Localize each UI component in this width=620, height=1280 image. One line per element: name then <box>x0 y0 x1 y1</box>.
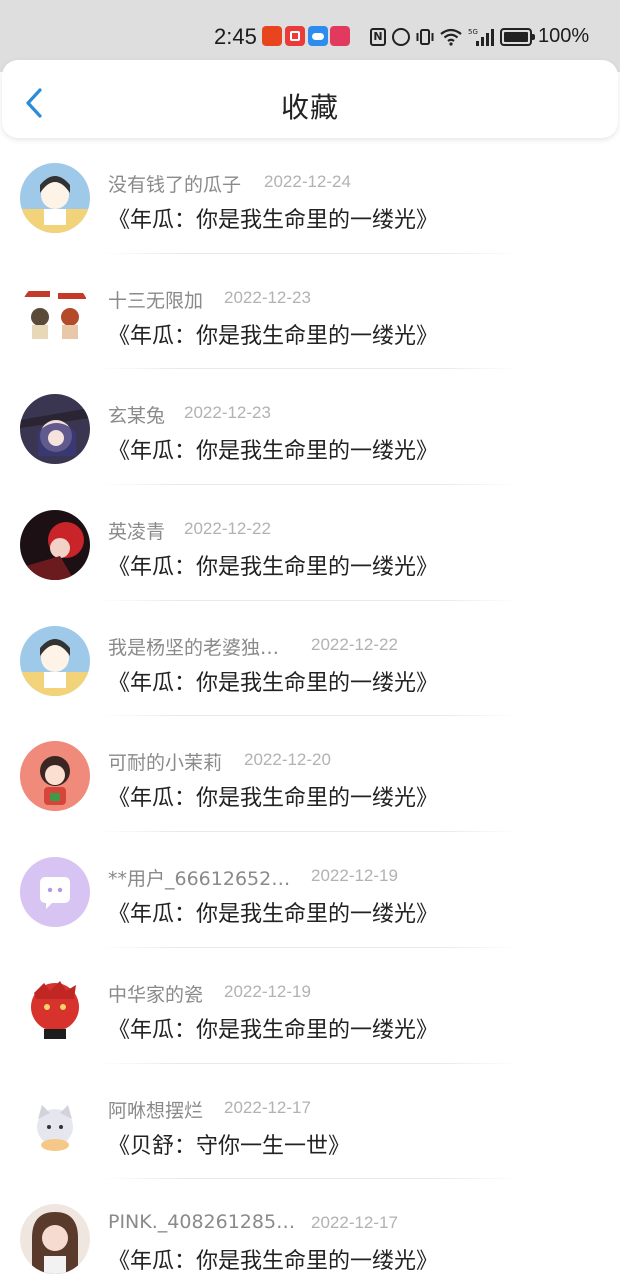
avatar <box>20 510 90 581</box>
avatar <box>20 394 90 465</box>
avatar <box>20 741 90 812</box>
story-title: 《年瓜：你是我生命里的一缕光》 <box>108 208 439 233</box>
favorite-date: 2022-12-22 <box>311 634 398 654</box>
list-item[interactable]: PINK._408261285… 2022-12-17 《年瓜：你是我生命里的一… <box>0 1179 620 1280</box>
favorite-date: 2022-12-17 <box>311 1213 398 1233</box>
favorite-date: 2022-12-24 <box>264 172 351 191</box>
author-name: PINK._408261285… <box>108 1211 296 1234</box>
favorite-date: 2022-12-20 <box>244 750 331 770</box>
author-name: 十三无限加 <box>108 289 204 312</box>
favorite-date: 2022-12-23 <box>184 403 271 423</box>
author-name: **用户_66612652… <box>108 868 291 891</box>
red-app-icon <box>285 26 305 46</box>
alarm-icon <box>392 28 410 46</box>
story-title: 《年瓜：你是我生命里的一缕光》 <box>108 439 439 465</box>
favorites-list: 没有钱了的瓜子 2022-12-24 《年瓜：你是我生命里的一缕光》 十三无限加… <box>0 138 620 1280</box>
author-name: 可耐的小茉莉 <box>108 752 223 775</box>
story-title: 《年瓜：你是我生命里的一缕光》 <box>108 786 439 812</box>
shop-icon <box>330 26 350 46</box>
avatar <box>20 1088 90 1159</box>
nfc-icon: N <box>370 28 386 46</box>
favorite-date: 2022-12-23 <box>224 287 311 307</box>
list-item[interactable]: **用户_66612652… 2022-12-19 《年瓜：你是我生命里的一缕光… <box>0 832 620 948</box>
author-name: 玄某兔 <box>108 405 166 428</box>
battery-icon <box>500 28 535 46</box>
list-item[interactable]: 中华家的瓷 2022-12-19 《年瓜：你是我生命里的一缕光》 <box>0 948 620 1064</box>
list-item[interactable]: 玄某兔 2022-12-23 《年瓜：你是我生命里的一缕光》 <box>0 369 620 486</box>
list-item[interactable]: 没有钱了的瓜子 2022-12-24 《年瓜：你是我生命里的一缕光》 <box>0 138 620 254</box>
svg-text:5G: 5G <box>468 28 478 36</box>
page-title: 收藏 <box>280 91 339 124</box>
taobao-icon <box>262 26 282 46</box>
author-name: 中华家的瓷 <box>108 983 204 1006</box>
vibrate-icon <box>416 28 434 46</box>
avatar <box>20 1204 90 1275</box>
avatar <box>20 163 90 233</box>
header: 收藏 <box>2 60 618 138</box>
avatar <box>20 625 90 696</box>
story-title: 《年瓜：你是我生命里的一缕光》 <box>108 555 439 581</box>
story-title: 《年瓜：你是我生命里的一缕光》 <box>108 1249 439 1275</box>
author-name: 阿咻想摆烂 <box>108 1099 204 1122</box>
favorite-date: 2022-12-19 <box>224 981 311 1001</box>
story-title: 《贝舒：守你一生一世》 <box>108 1133 351 1159</box>
author-name: 英凌青 <box>108 521 166 544</box>
story-title: 《年瓜：你是我生命里的一缕光》 <box>108 670 439 696</box>
system-icons: N 5G <box>370 26 535 48</box>
list-item[interactable]: 十三无限加 2022-12-23 《年瓜：你是我生命里的一缕光》 <box>0 254 620 370</box>
avatar <box>20 278 90 349</box>
wifi-icon <box>440 28 462 46</box>
default-user-icon <box>20 857 90 928</box>
list-item[interactable]: 我是杨坚的老婆独… 2022-12-22 《年瓜：你是我生命里的一缕光》 <box>0 601 620 717</box>
status-time: 2:45 <box>214 24 257 49</box>
favorite-date: 2022-12-17 <box>224 1097 311 1117</box>
author-name: 我是杨坚的老婆独… <box>108 636 280 659</box>
story-title: 《年瓜：你是我生命里的一缕光》 <box>108 323 439 349</box>
list-item[interactable]: 可耐的小茉莉 2022-12-20 《年瓜：你是我生命里的一缕光》 <box>0 716 620 833</box>
story-title: 《年瓜：你是我生命里的一缕光》 <box>108 902 439 928</box>
author-name: 没有钱了的瓜子 <box>108 174 242 196</box>
list-item[interactable]: 英凌青 2022-12-22 《年瓜：你是我生命里的一缕光》 <box>0 485 620 601</box>
favorite-date: 2022-12-19 <box>311 866 398 886</box>
signal-icon: 5G <box>468 27 494 47</box>
avatar <box>20 972 90 1043</box>
cloud-icon <box>308 26 328 46</box>
avatar <box>20 857 90 928</box>
favorite-date: 2022-12-22 <box>184 519 271 539</box>
list-item[interactable]: 阿咻想摆烂 2022-12-17 《贝舒：守你一生一世》 <box>0 1064 620 1180</box>
story-title: 《年瓜：你是我生命里的一缕光》 <box>108 1017 439 1043</box>
battery-percent: 100% <box>538 25 590 47</box>
